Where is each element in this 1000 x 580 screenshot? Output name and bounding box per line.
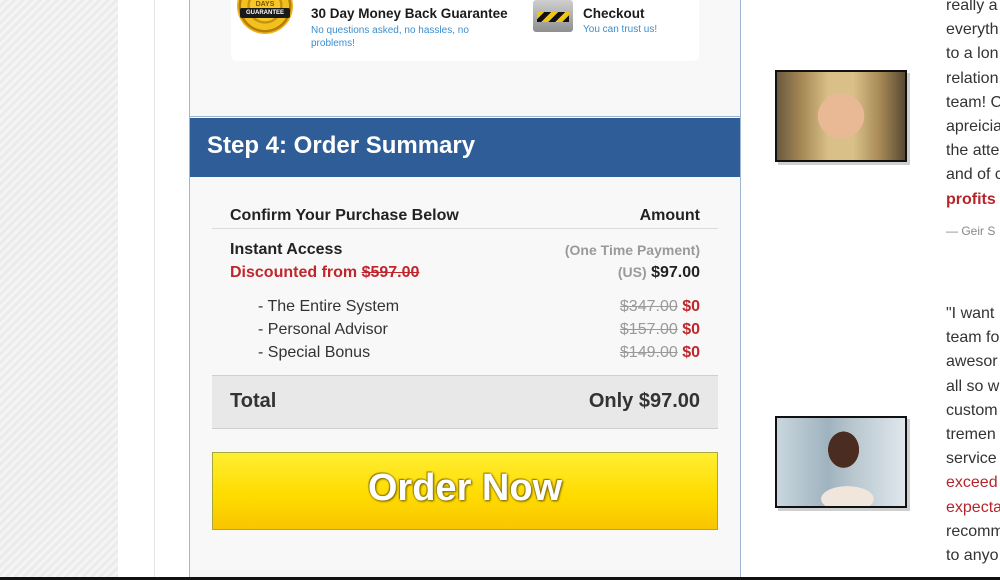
new-price: $0 [682,321,700,338]
lock-stripe [537,12,569,22]
old-price: $149.00 [619,344,678,361]
price-value: $97.00 [651,264,700,281]
header-divider [212,228,718,229]
discount-prefix: Discounted from [230,264,362,281]
step-title: Step 4: Order Summary [207,132,476,159]
price-line: (US) $97.00 [618,264,700,282]
testimonial-line: "I want [946,305,995,322]
seal-days-text: DAYS [255,1,275,8]
total-label: Total [230,390,277,412]
testimonial-line: apreicia [946,118,1000,136]
order-now-button[interactable]: Order Now [212,452,718,530]
testimonial-photo [775,70,907,162]
testimonial-line: to a lon [946,45,999,63]
testimonial-highlight: exceed [946,474,998,492]
line-item-label: - Personal Advisor [258,321,388,338]
checkout-subtitle: You can trust us! [583,24,658,35]
section-divider [190,116,740,117]
order-summary: Confirm Your Purchase Below Amount Insta… [212,178,718,578]
page-background [0,0,118,578]
testimonial-line: and of c [946,166,1000,184]
line-item-label: - The Entire System [258,298,400,315]
testimonial-line: team! C [946,93,1000,111]
order-column: DAYS GUARANTEE 30 Day Money Back Guarant… [189,0,741,578]
order-now-label: Order Now [367,467,563,509]
total-value: Only $97.00 [588,390,700,412]
testimonial-line: really a [946,0,998,14]
old-price: $347.00 [619,298,678,315]
guarantee-subtitle: No questions asked, no hassles, no probl… [311,25,469,49]
guarantee-title: 30 Day Money Back Guarantee [311,6,508,21]
payment-note: (One Time Payment) [564,242,700,258]
old-price: $157.00 [619,321,678,338]
testimonial-line: the atte [946,142,1000,160]
testimonial-highlight: profits [946,190,996,208]
instant-access-label: Instant Access [230,241,343,258]
discount-old-price: $597.00 [361,264,420,281]
testimonial-line: to anyo [946,547,999,565]
testimonial-line: team fo [946,329,1000,347]
guarantee-seal-icon: DAYS GUARANTEE [237,0,293,34]
testimonial-line: recomm [946,522,1000,540]
testimonial-line: custom [946,401,998,419]
line-item-label: - Special Bonus [258,344,371,361]
guarantee-panel: DAYS GUARANTEE 30 Day Money Back Guarant… [231,0,699,61]
step-header: Step 4: Order Summary [190,118,740,177]
secure-lock-icon [533,0,573,32]
testimonial-text: really a everyth to a lon relation team!… [946,0,1000,212]
line-item-price: $149.00 $0 [620,344,700,362]
summary-header-amount: Amount [639,207,700,224]
new-price: $0 [682,298,700,315]
new-price: $0 [682,344,700,361]
line-item-price: $157.00 $0 [620,321,700,339]
testimonial-line: awesor [946,353,998,371]
total-row: Total Only $97.00 [212,375,718,429]
testimonial-line: tremen [946,426,996,444]
testimonial-photo [775,416,907,508]
seal-guarantee-text: GUARANTEE [240,8,290,18]
divider-line [154,0,155,578]
testimonial-author: — Geir S [946,224,996,238]
checkout-title: Checkout [583,6,645,21]
testimonial-line: relation [946,69,999,87]
line-item-price: $347.00 $0 [620,298,700,316]
discount-line: Discounted from $597.00 [230,264,419,282]
testimonial-text: "I want team fo awesor all so w custom t… [946,302,1000,568]
currency-label: (US) [617,264,647,280]
testimonial-highlight: expecta [946,498,1000,516]
testimonial-line: all so w [946,377,1000,395]
summary-header-label: Confirm Your Purchase Below [230,207,459,224]
testimonial-line: service [946,450,997,468]
testimonial-line: everyth [946,21,999,39]
